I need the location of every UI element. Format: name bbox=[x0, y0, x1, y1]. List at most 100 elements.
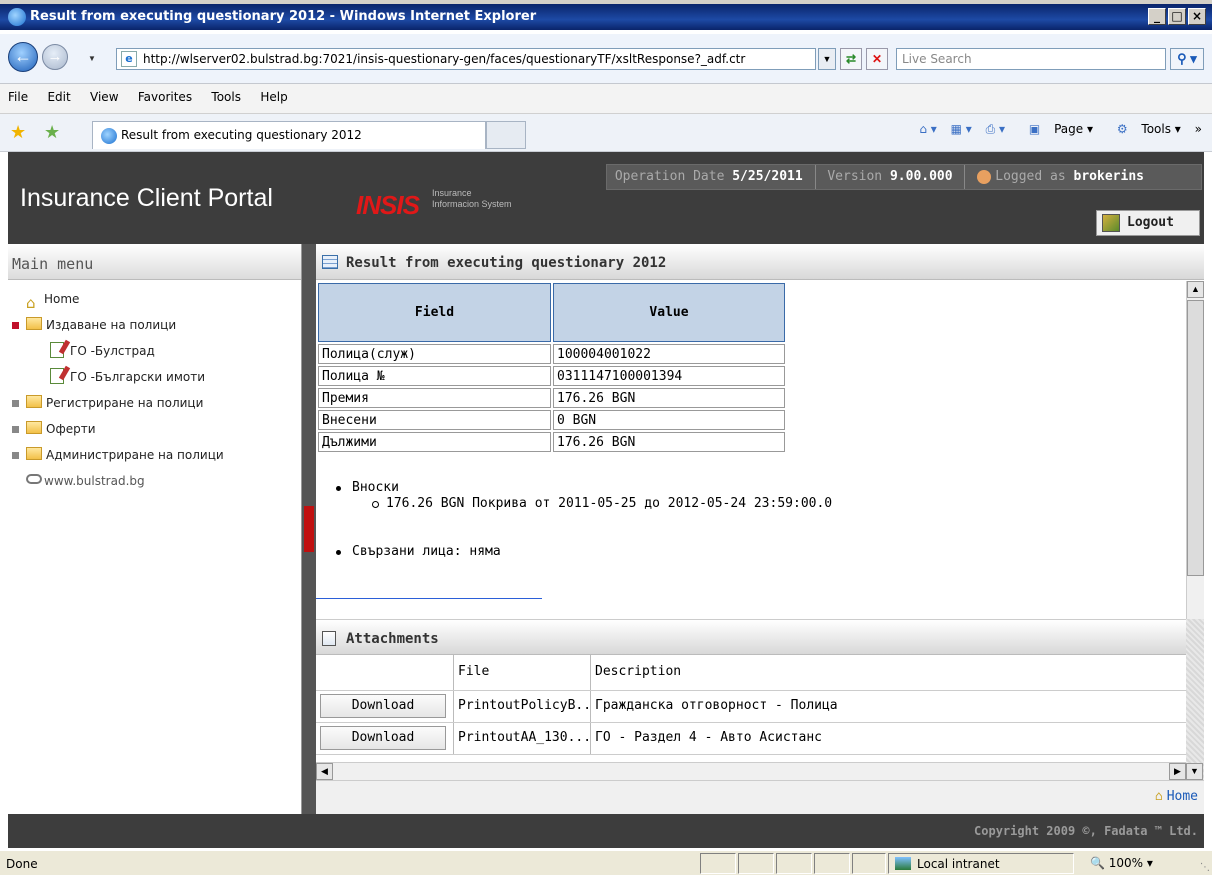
table-row: Полица(служ) 100004001022 bbox=[318, 344, 785, 364]
value-cell: 0 BGN bbox=[553, 410, 785, 430]
download-button[interactable]: Download bbox=[320, 694, 446, 718]
window-title-bar: Result from executing questionary 2012 -… bbox=[0, 0, 1212, 30]
table-row: Download PrintoutPolicyB... Гражданска о… bbox=[316, 691, 1186, 723]
folder-icon bbox=[26, 447, 42, 460]
refresh-button[interactable]: ⇄ bbox=[840, 48, 862, 70]
content-footer: ⌂ Home bbox=[316, 780, 1204, 814]
value-cell: 176.26 BGN bbox=[553, 432, 785, 452]
portal-title: Insurance Client Portal bbox=[20, 184, 273, 212]
back-button[interactable]: ← bbox=[8, 42, 38, 72]
window-title: Result from executing questionary 2012 -… bbox=[30, 9, 537, 24]
scroll-thumb[interactable] bbox=[1187, 300, 1204, 576]
menu-item-website-link[interactable]: www.bulstrad.bg bbox=[8, 468, 301, 494]
expand-icon[interactable] bbox=[12, 452, 19, 459]
menu-favorites[interactable]: Favorites bbox=[130, 84, 200, 110]
table-row: Премия 176.26 BGN bbox=[318, 388, 785, 408]
menu-item-issue-policies[interactable]: Издаване на полици bbox=[8, 312, 301, 338]
menu-item-go-bulgarian-properties[interactable]: ГО -Български имоти bbox=[8, 364, 301, 390]
favorites-star-icon[interactable]: ★ bbox=[10, 122, 26, 143]
new-tab-button[interactable] bbox=[486, 121, 526, 149]
field-cell: Дължими bbox=[318, 432, 551, 452]
expand-icon[interactable] bbox=[12, 426, 19, 433]
minimize-button[interactable]: _ bbox=[1148, 8, 1166, 25]
menu-item-offers[interactable]: Оферти bbox=[8, 416, 301, 442]
form-icon bbox=[50, 342, 64, 358]
add-favorites-icon[interactable]: ★ bbox=[44, 122, 60, 143]
url-dropdown-button[interactable]: ▼ bbox=[818, 48, 836, 70]
version-label: Version bbox=[827, 169, 883, 184]
feeds-icon[interactable]: ▦ ▾ bbox=[951, 122, 972, 136]
portal-header: Insurance Client Portal INSIS Insurance … bbox=[8, 152, 1204, 244]
download-button[interactable]: Download bbox=[320, 726, 446, 750]
security-zone[interactable]: Local intranet bbox=[888, 853, 1074, 874]
value-cell: 0311147100001394 bbox=[553, 366, 785, 386]
history-dropdown-icon[interactable]: ▼ bbox=[88, 54, 96, 63]
result-scroll-area[interactable]: Field Value Полица(служ) 100004001022 По… bbox=[316, 281, 1186, 619]
tab-title: Result from executing questionary 2012 bbox=[121, 128, 362, 142]
logged-as-label: Logged as bbox=[995, 169, 1066, 184]
menu-tools[interactable]: Tools bbox=[203, 84, 249, 110]
scroll-left-icon[interactable]: ◀ bbox=[316, 763, 333, 780]
username: brokerins bbox=[1073, 169, 1144, 184]
home-icon[interactable]: ⌂ ▾ bbox=[919, 122, 936, 136]
chevron-more-icon[interactable]: » bbox=[1195, 122, 1202, 136]
address-toolbar: ← → ▼ e http://wlserver02.bulstrad.bg:70… bbox=[0, 34, 1212, 84]
scroll-down-icon[interactable]: ▼ bbox=[1186, 763, 1203, 780]
insis-logo: INSIS bbox=[356, 190, 420, 220]
table-icon bbox=[322, 255, 338, 269]
operation-date: 5/25/2011 bbox=[732, 169, 803, 184]
status-cell bbox=[852, 853, 886, 874]
tools-menu[interactable]: ⚙ Tools ▾ bbox=[1107, 122, 1181, 136]
menu-view[interactable]: View bbox=[82, 84, 126, 110]
table-row: Внесени 0 BGN bbox=[318, 410, 785, 430]
menu-item-go-bulstrad[interactable]: ГО -Булстрад bbox=[8, 338, 301, 364]
installment-item: 176.26 BGN Покрива от 2011-05-25 до 2012… bbox=[316, 496, 1186, 512]
column-header-field: Field bbox=[318, 283, 551, 342]
expand-icon[interactable] bbox=[12, 400, 19, 407]
menu-file[interactable]: File bbox=[0, 84, 36, 110]
version-value: 9.00.000 bbox=[889, 169, 953, 184]
command-bar: ⌂ ▾ ▦ ▾ ⎙ ▾ ▣ Page ▾ ⚙ Tools ▾ » bbox=[909, 122, 1202, 137]
portal-footer: Copyright 2009 ©, Fadata ™ Ltd. bbox=[8, 814, 1204, 848]
stop-button[interactable]: ✕ bbox=[866, 48, 888, 70]
search-input[interactable]: Live Search bbox=[896, 48, 1166, 70]
attachments-header: Attachments bbox=[316, 619, 1186, 655]
menu-item-register-policies[interactable]: Регистриране на полици bbox=[8, 390, 301, 416]
maximize-button[interactable]: □ bbox=[1168, 8, 1186, 25]
folder-icon bbox=[26, 421, 42, 434]
collapse-icon[interactable] bbox=[12, 322, 19, 329]
search-button[interactable]: ⚲ ▾ bbox=[1170, 48, 1204, 70]
menu-item-admin-policies[interactable]: Администриране на полици bbox=[8, 442, 301, 468]
horizontal-scrollbar[interactable]: ◀ ▶ bbox=[316, 762, 1186, 780]
user-icon bbox=[977, 169, 992, 184]
url-text: http://wlserver02.bulstrad.bg:7021/insis… bbox=[143, 52, 746, 66]
page-menu[interactable]: ▣ Page ▾ bbox=[1019, 122, 1093, 136]
collapse-panel-handle[interactable] bbox=[304, 506, 314, 552]
attachments-vertical-scrollbar[interactable]: ▼ bbox=[1186, 619, 1204, 780]
menu-tree: ⌂ Home Издаване на полици ГО -Булстрад Г… bbox=[8, 280, 301, 494]
logout-button[interactable]: Logout bbox=[1096, 210, 1200, 236]
zoom-level[interactable]: 🔍 100% ▾ bbox=[1090, 856, 1153, 870]
form-icon bbox=[50, 368, 64, 384]
menu-edit[interactable]: Edit bbox=[39, 84, 78, 110]
tab-current[interactable]: Result from executing questionary 2012 bbox=[92, 121, 486, 149]
installments-label: Вноски bbox=[316, 480, 1186, 496]
panel-title: Result from executing questionary 2012 bbox=[346, 255, 667, 271]
description-cell: Гражданска отговорност - Полица bbox=[590, 691, 1186, 722]
status-cell bbox=[814, 853, 850, 874]
scroll-up-icon[interactable]: ▲ bbox=[1187, 281, 1204, 298]
forward-button[interactable]: → bbox=[42, 44, 68, 70]
print-icon[interactable]: ⎙ ▾ bbox=[986, 122, 1005, 136]
scroll-right-icon[interactable]: ▶ bbox=[1169, 763, 1186, 780]
value-cell: 100004001022 bbox=[553, 344, 785, 364]
close-button[interactable]: × bbox=[1188, 8, 1206, 25]
home-link[interactable]: ⌂ Home bbox=[1155, 789, 1198, 804]
panel-splitter[interactable] bbox=[302, 244, 316, 814]
field-cell: Премия bbox=[318, 388, 551, 408]
menu-item-home[interactable]: ⌂ Home bbox=[8, 286, 301, 312]
attachments-title: Attachments bbox=[346, 631, 439, 647]
vertical-scrollbar[interactable]: ▲ bbox=[1186, 281, 1204, 619]
menu-help[interactable]: Help bbox=[252, 84, 295, 110]
resize-grip-icon[interactable]: ⋱ bbox=[1200, 862, 1210, 873]
url-input[interactable]: e http://wlserver02.bulstrad.bg:7021/ins… bbox=[116, 48, 816, 70]
